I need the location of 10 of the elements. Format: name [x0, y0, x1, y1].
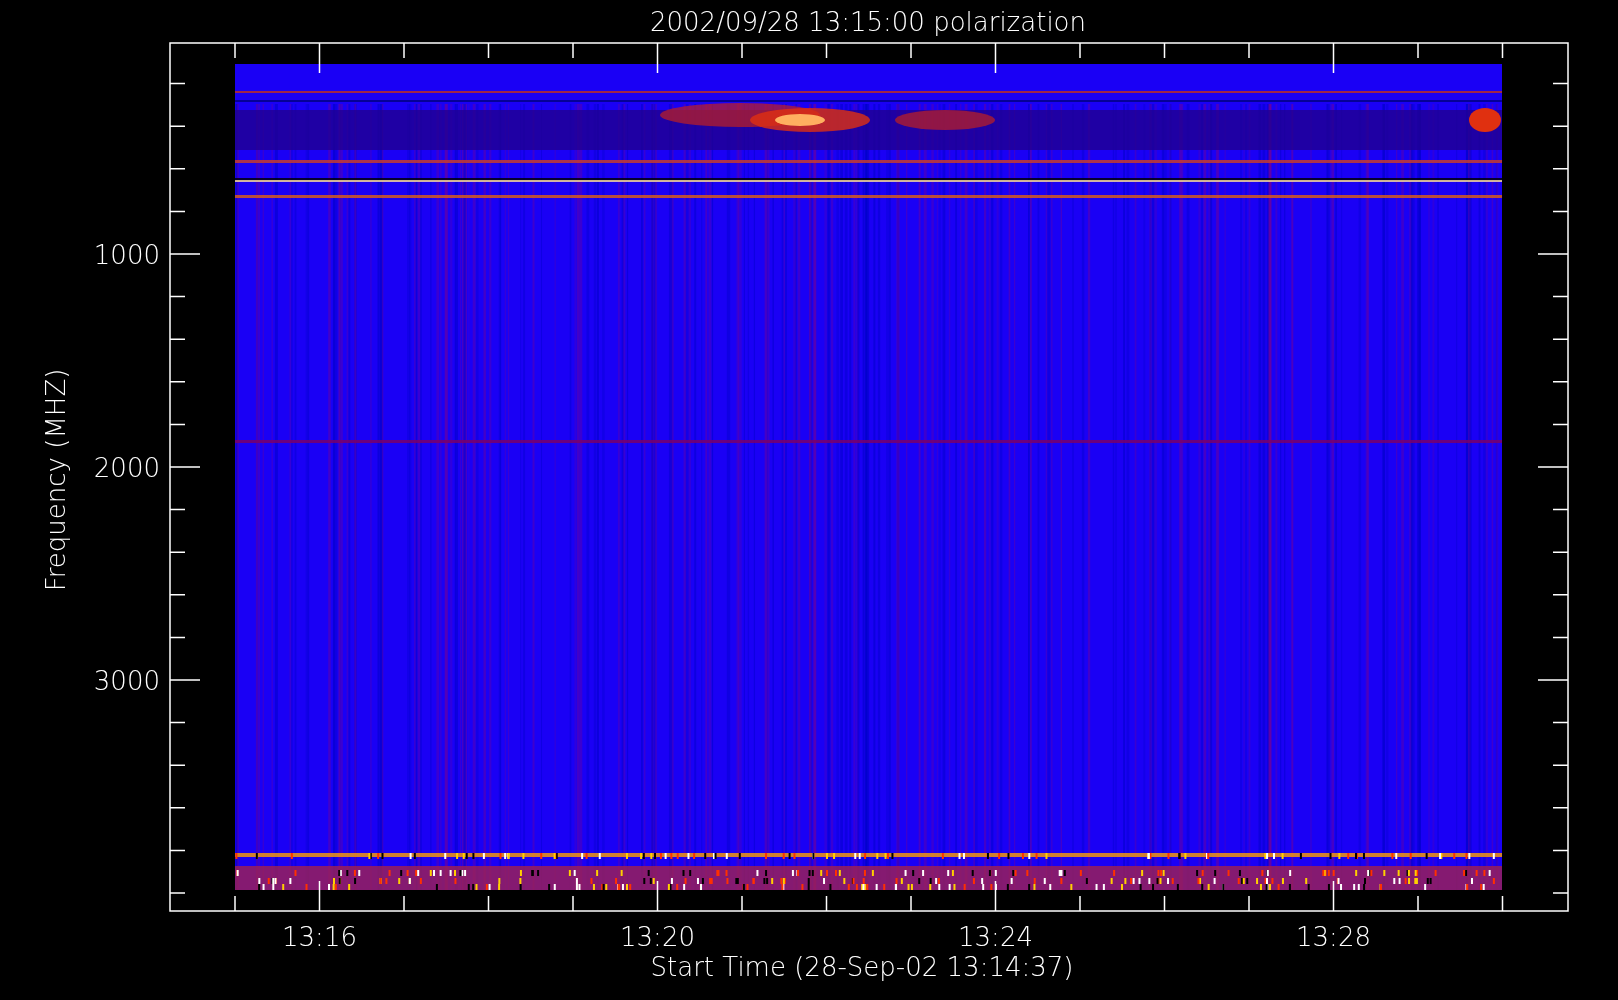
x-axis-label: Start Time (28-Sep-02 13:14:37): [650, 952, 1074, 982]
y-tick-label: 1000: [93, 240, 160, 270]
x-tick-label: 13:20: [620, 922, 695, 952]
x-tick-label: 13:16: [282, 922, 357, 952]
y-axis-label: Frequency (MHZ): [41, 368, 71, 592]
x-tick-label: 13:28: [1296, 922, 1371, 952]
plot-title: 2002/09/28 13:15:00 polarization: [650, 7, 1086, 37]
y-tick-label: 2000: [93, 453, 160, 483]
y-tick-label: 3000: [93, 666, 160, 696]
x-tick-label: 13:24: [958, 922, 1033, 952]
